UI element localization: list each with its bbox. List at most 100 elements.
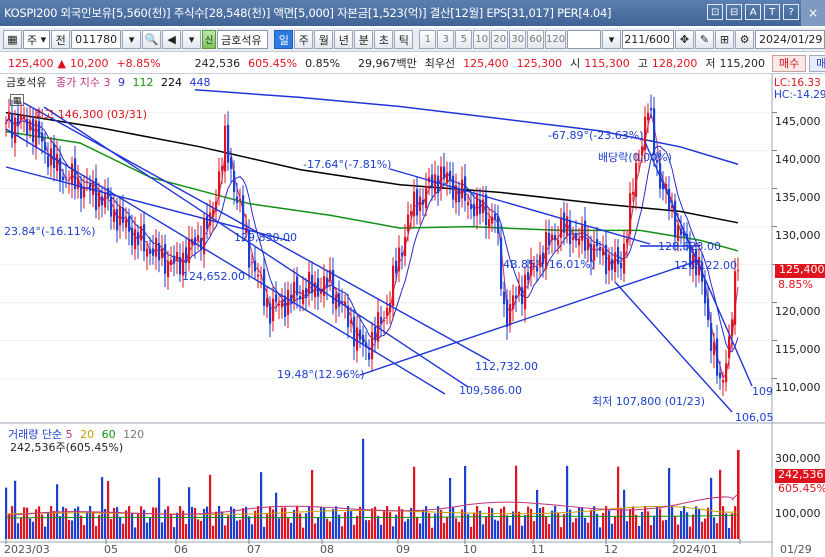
draw-tool-icon[interactable]: ✎ bbox=[695, 30, 715, 49]
candle-body bbox=[449, 171, 452, 181]
high-label: 고 bbox=[637, 57, 648, 70]
window-minimize-icon[interactable]: ⊟ bbox=[726, 4, 742, 20]
chart-grid-toggle-icon[interactable]: ▦ bbox=[10, 94, 24, 106]
candle-body bbox=[239, 198, 242, 200]
tab-second[interactable]: 초 bbox=[374, 30, 394, 49]
volume-bar bbox=[278, 518, 281, 539]
volume-bar bbox=[32, 521, 35, 539]
tab-month[interactable]: 월 bbox=[314, 30, 334, 49]
volume-bar bbox=[665, 519, 668, 539]
annotation-level-2[interactable]: 124,652.00 bbox=[182, 271, 245, 283]
close-icon[interactable]: × bbox=[801, 0, 825, 26]
annotation-level-4[interactable]: 126,122.00 bbox=[674, 260, 737, 272]
stock-code-input[interactable]: 011780 bbox=[71, 30, 122, 49]
stock-info-icon[interactable]: 신 bbox=[202, 30, 217, 49]
annotation-level-8[interactable]: 106,05 bbox=[735, 412, 774, 424]
interval-30[interactable]: 30 bbox=[509, 30, 527, 49]
interval-dropdown-icon[interactable]: ▾ bbox=[602, 30, 622, 49]
price-volume-chart[interactable] bbox=[0, 74, 825, 557]
interval-120[interactable]: 120 bbox=[545, 30, 566, 49]
candle-body bbox=[437, 175, 440, 194]
volume-bar bbox=[482, 524, 485, 539]
candle-body bbox=[305, 288, 308, 299]
window-title-bar: KOSPI200 외국인보유[5,560(천)] 주식수[28,548(천)] … bbox=[0, 0, 825, 26]
annotation-dividend[interactable]: 배당락(0.00%) bbox=[598, 152, 672, 164]
tab-year[interactable]: 년 bbox=[334, 30, 354, 49]
volume-bar bbox=[638, 525, 641, 539]
volume-bar bbox=[20, 517, 23, 539]
low-price-label: 최저 107,800 (01/23) bbox=[592, 395, 706, 408]
candle-body bbox=[653, 108, 656, 156]
volume-bar bbox=[458, 522, 461, 539]
volume-bar bbox=[389, 512, 392, 539]
volume-bar bbox=[542, 506, 545, 539]
volume-bar bbox=[368, 520, 371, 539]
tab-tick[interactable]: 틱 bbox=[394, 30, 414, 49]
window-restore-icon[interactable]: ⊡ bbox=[707, 4, 723, 20]
speaker-icon[interactable]: ◀ bbox=[162, 30, 182, 49]
candle-body bbox=[677, 224, 680, 241]
data-count-field[interactable]: 211/600 bbox=[622, 30, 675, 49]
crosshair-icon[interactable]: ✥ bbox=[675, 30, 695, 49]
volume-bar bbox=[194, 508, 197, 539]
volume-bar bbox=[476, 506, 479, 539]
annotation-angle-3[interactable]: 23.84°(-16.11%) bbox=[4, 226, 96, 238]
candle-body bbox=[209, 212, 212, 226]
volume-bar bbox=[233, 508, 236, 539]
interval-5[interactable]: 5 bbox=[455, 30, 473, 49]
option-dropdown-icon[interactable]: ▾ bbox=[182, 30, 202, 49]
annotation-angle-4[interactable]: 4B.85°(-16.01%) bbox=[503, 259, 595, 271]
candle-body bbox=[185, 247, 188, 263]
volume-bar bbox=[716, 523, 719, 539]
candle-body bbox=[122, 208, 125, 223]
prev-button[interactable]: 전 bbox=[51, 30, 71, 49]
candle-body bbox=[587, 238, 590, 251]
volume-bar bbox=[626, 521, 629, 539]
search-icon[interactable]: 🔍 bbox=[142, 30, 162, 49]
buy-button[interactable]: 매수 bbox=[772, 54, 807, 72]
code-dropdown-icon[interactable]: ▾ bbox=[122, 30, 142, 49]
interval-3[interactable]: 3 bbox=[437, 30, 455, 49]
volume-bar bbox=[83, 525, 86, 539]
annotation-level-1[interactable]: 129,830.00 bbox=[234, 232, 297, 244]
grid-icon[interactable]: ▦ bbox=[3, 30, 22, 49]
annotation-level-6[interactable]: 109,586.00 bbox=[459, 385, 522, 397]
high-price-label: 최고 146,300 (03/31) bbox=[34, 108, 148, 121]
market-select[interactable]: 주 ▾ bbox=[23, 30, 51, 49]
annotation-angle-2[interactable]: -17.64°(-7.81%) bbox=[303, 159, 391, 171]
chart-area[interactable]: 금호석유 종가 지수 3 9 112 224 448 ▦ LC:16.33 HC… bbox=[0, 74, 825, 557]
current-price: 125,400 bbox=[8, 56, 54, 70]
tab-minute[interactable]: 분 bbox=[354, 30, 374, 49]
zoom-icon[interactable]: ⊞ bbox=[715, 30, 735, 49]
settings-gear-icon[interactable]: ⚙ bbox=[735, 30, 755, 49]
candle-body bbox=[44, 142, 47, 151]
candle-body bbox=[224, 125, 227, 172]
candle-body bbox=[269, 303, 272, 324]
candle-body bbox=[614, 252, 617, 273]
interval-60[interactable]: 60 bbox=[527, 30, 545, 49]
annotation-level-3[interactable]: 128,623.00 bbox=[658, 241, 721, 253]
annotation-level-7[interactable]: 109 bbox=[752, 386, 773, 398]
help-icon[interactable]: ? bbox=[783, 4, 799, 20]
tab-week[interactable]: 주 bbox=[294, 30, 314, 49]
candle-body bbox=[410, 211, 413, 216]
candle-body bbox=[704, 280, 707, 304]
candle-body bbox=[344, 301, 347, 305]
annotation-angle-5[interactable]: 19.48°(12.96%) bbox=[277, 369, 365, 381]
date-field[interactable]: 2024/01/29 bbox=[755, 30, 825, 49]
annotation-level-5[interactable]: 112,732.00 bbox=[475, 361, 538, 373]
text-icon[interactable]: T bbox=[764, 4, 780, 20]
interval-1[interactable]: 1 bbox=[419, 30, 437, 49]
x-label-12: 12 bbox=[604, 543, 618, 556]
sell-button[interactable]: 매도 bbox=[809, 54, 825, 72]
interval-10[interactable]: 10 bbox=[473, 30, 491, 49]
interval-custom-input[interactable] bbox=[566, 30, 602, 49]
annotation-angle-1[interactable]: -67.89°(-23.63%) bbox=[548, 130, 643, 142]
interval-20[interactable]: 20 bbox=[491, 30, 509, 49]
volume-bar bbox=[521, 525, 524, 539]
font-size-icon[interactable]: A bbox=[745, 4, 761, 20]
candle-body bbox=[251, 262, 254, 264]
tab-day[interactable]: 일 bbox=[274, 30, 294, 49]
volume-bar bbox=[518, 511, 521, 539]
volume-bar bbox=[608, 510, 611, 539]
